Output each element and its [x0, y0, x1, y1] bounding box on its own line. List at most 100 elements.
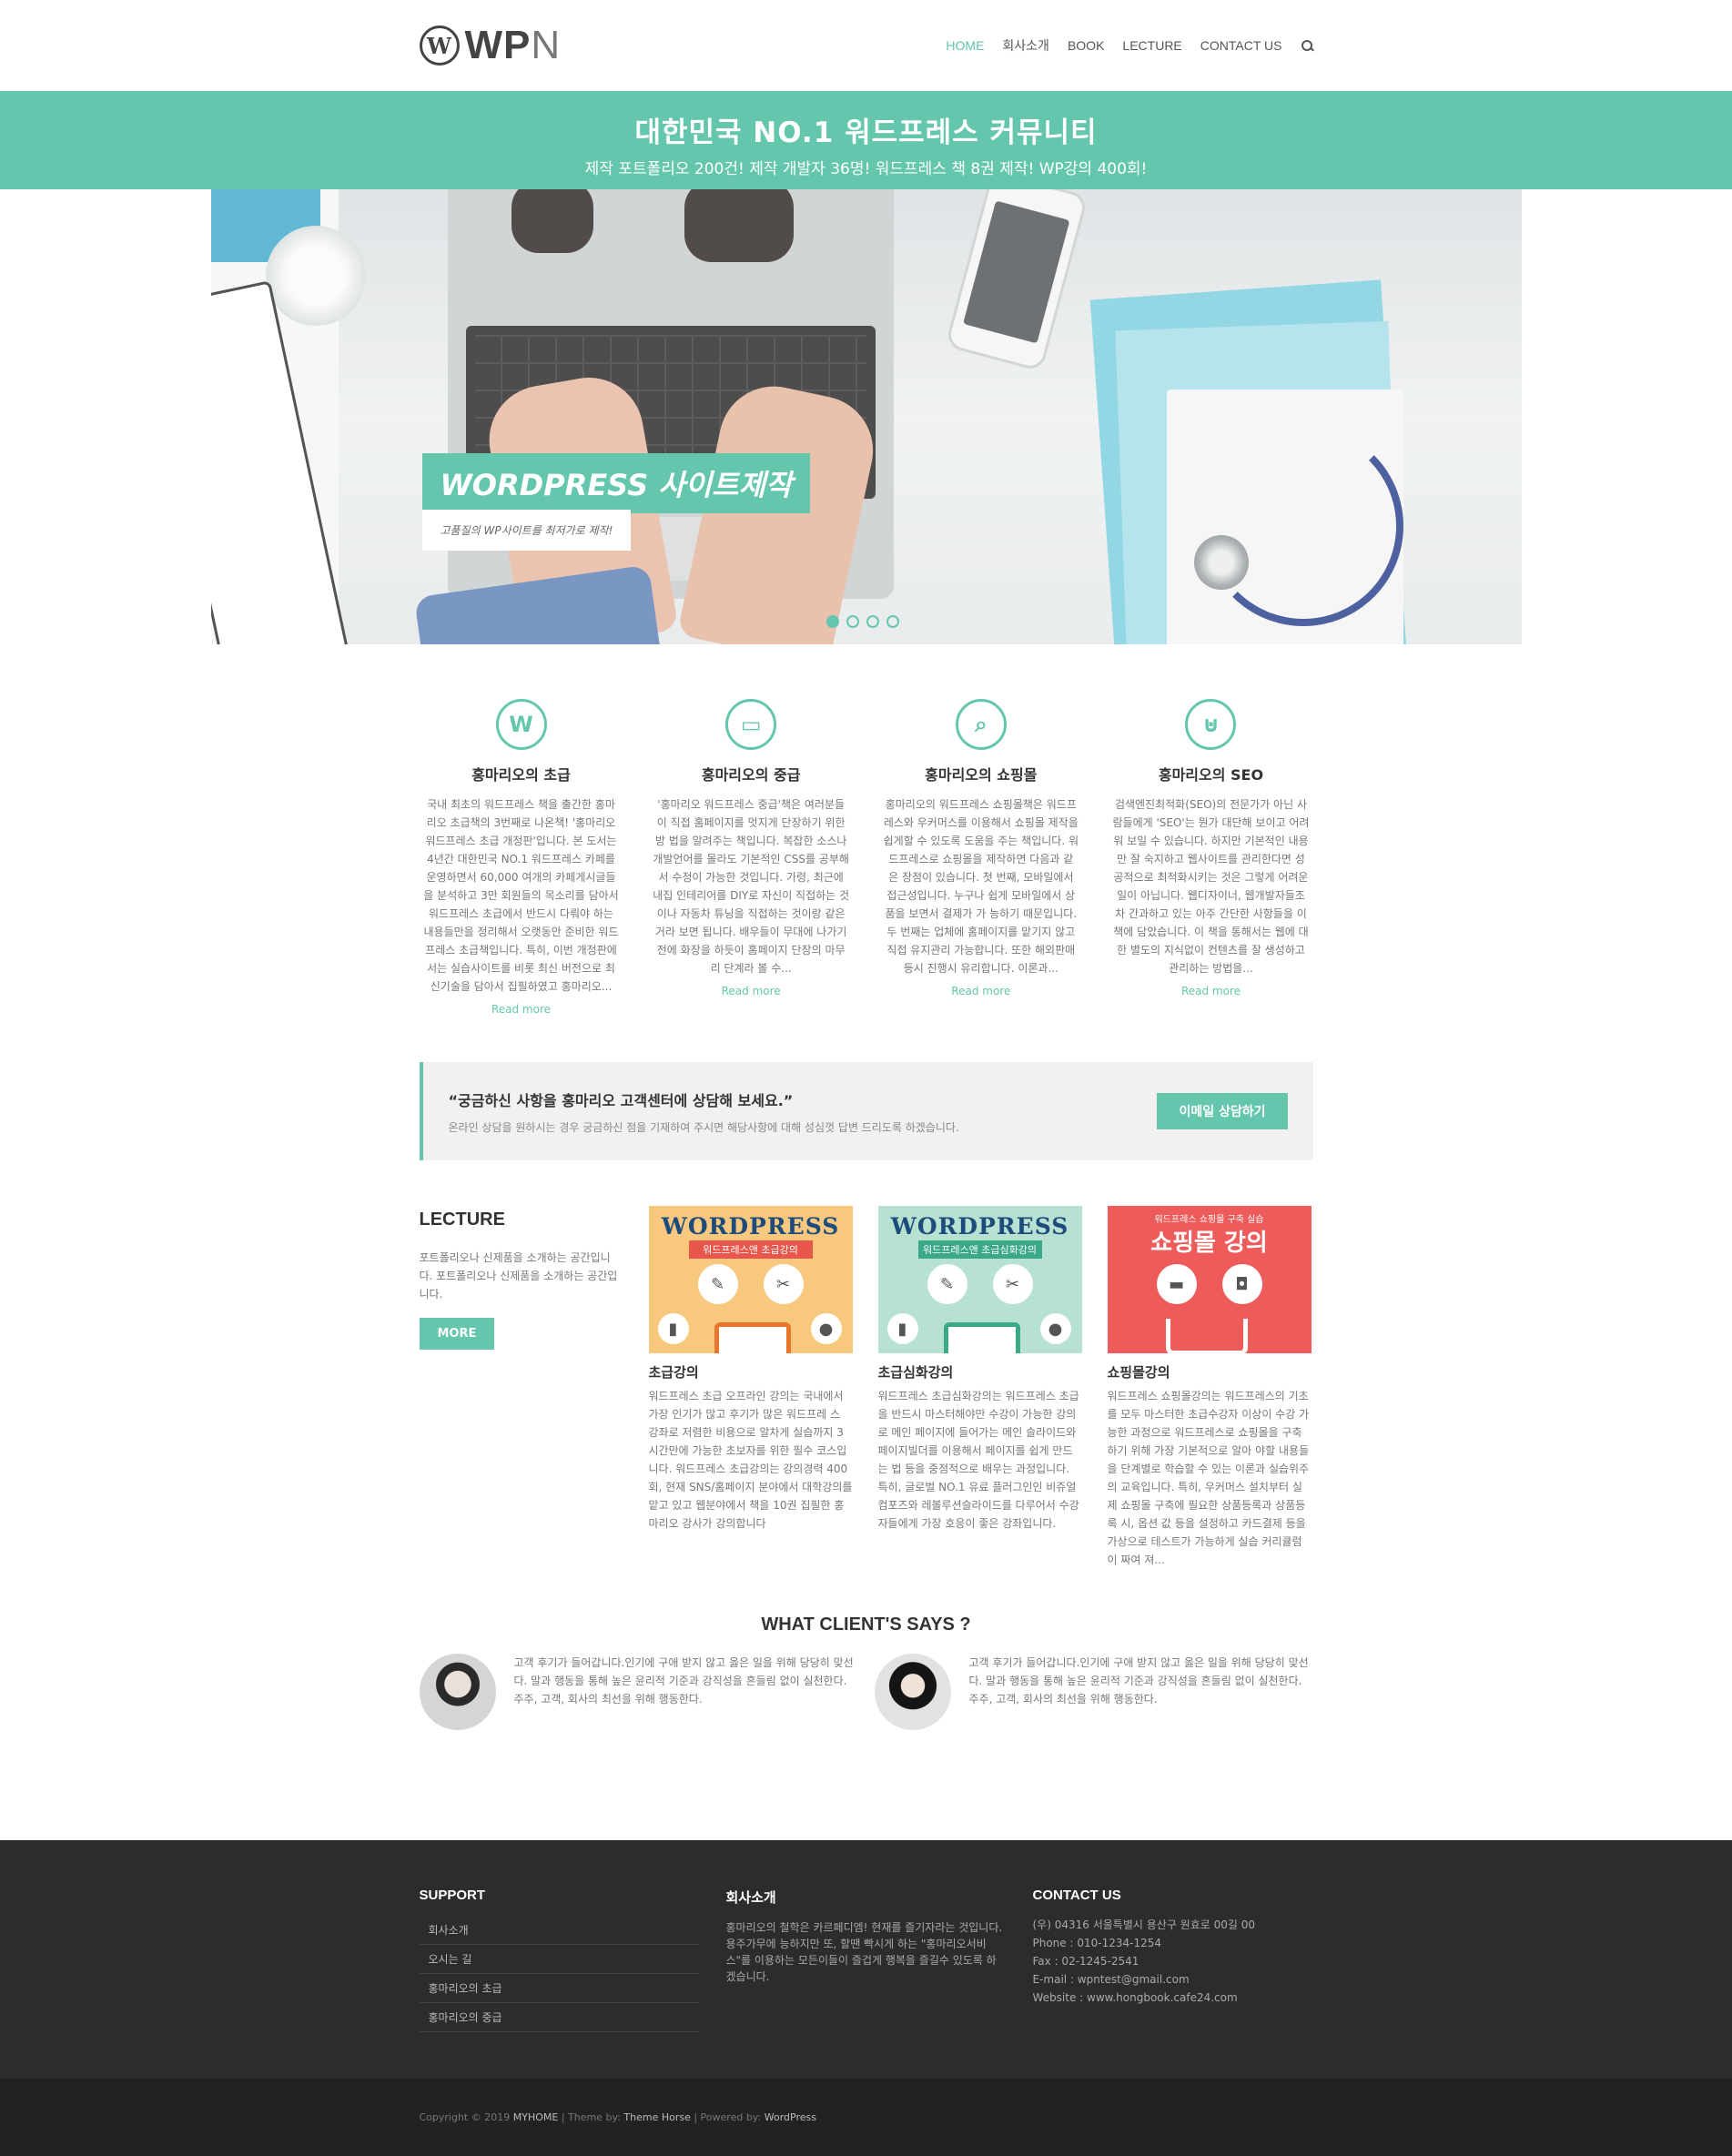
footer-about: 회사소개 홍마리오의 철학은 카르페디엠! 현재를 즐기자라는 것입니다. 용주…: [726, 1888, 1006, 2032]
nav-about[interactable]: 회사소개: [1002, 36, 1049, 55]
bulb-icon: ●: [810, 1313, 842, 1344]
banner-subtitle: 제작 포트폴리오 200건! 제작 개발자 36명! 워드프레스 책 8권 제작…: [584, 160, 1148, 178]
feature-beginner: W 홍마리오의 초급 국내 최초의 워드프레스 책을 출간한 홍마리오 초급책의…: [420, 699, 623, 1017]
lecture-card-title[interactable]: 초급심화강의: [878, 1362, 1082, 1382]
thumb-brand: WORDPRESS: [890, 1213, 1069, 1240]
lecture-thumbnail[interactable]: 워드프레스 쇼핑몰 구축 실습 쇼핑몰 강의 ▬ ◘: [1107, 1206, 1312, 1353]
feature-text: 국내 최초의 워드프레스 책을 출간한 홍마리오 초급책의 3번째로 나온책! …: [423, 798, 619, 993]
support-links: 회사소개 오시는 길 홍마리오의 초급 홍마리오의 중급: [419, 1916, 699, 2032]
contact-fax: Fax : 02-1245-2541: [1032, 1955, 1139, 1968]
banner-title: 대한민국 NO.1 워드프레스 커뮤니티: [634, 116, 1098, 149]
feature-text: 검색엔진최적화(SEO)의 전문가가 아닌 사람들에게 'SEO'는 뭔가 대단…: [1112, 798, 1310, 975]
lecture-card-text: 워드프레스 초급심화강의는 워드프레스 초급을 반드시 마스터해야만 수강이 가…: [877, 1390, 1079, 1530]
contact-phone: Phone : 010-1234-1254: [1032, 1937, 1162, 1949]
scissors-icon: ✂: [992, 1264, 1033, 1304]
feature-title: 홍마리오의 중급: [701, 766, 801, 784]
pencil-icon: ✎: [927, 1264, 967, 1304]
avatar: [874, 1654, 951, 1730]
lecture-card-advanced[interactable]: WORDPRESS 워드프레스앤 초급심화강의 ✎ ✂ ▮ ● 초급심화강의 워…: [877, 1206, 1082, 1569]
main-nav: HOME 회사소개 BOOK LECTURE CONTACT US: [946, 36, 1312, 55]
footer-heading: CONTACT US: [1032, 1888, 1121, 1903]
callout-title: “궁금하신 사항을 홍마리오 고객센터에 상담해 보세요.”: [448, 1091, 794, 1109]
wordpress-link[interactable]: WordPress: [765, 2111, 816, 2123]
lecture-card-beginner[interactable]: WORDPRESS 워드프레스앤 초급강의 ✎ ✂ ▮ ● 초급강의 워드프레스…: [648, 1206, 853, 1569]
slider-dot-3[interactable]: [866, 615, 879, 628]
testimonial-text: 고객 후기가 들어갑니다.인기에 구애 받지 않고 옳은 일을 위해 당당히 맞…: [968, 1656, 1309, 1706]
logo-text: WPN: [464, 23, 562, 67]
wordpress-icon: W: [495, 699, 547, 750]
bottom-bar: Copyright © 2019 MYHOME | Theme by: Them…: [0, 2079, 1732, 2156]
feature-text: 홍마리오의 워드프레스 쇼핑몰책은 워드프레스와 우커머스를 이용해서 쇼핑몰 …: [883, 798, 1079, 975]
thumb-title: 쇼핑몰 강의: [1150, 1230, 1268, 1257]
contact-address: (우) 04316 서울특별시 용산구 원효로 00길 00: [1032, 1918, 1255, 1931]
slider-dot-1[interactable]: [825, 615, 839, 628]
read-more-link[interactable]: Read more: [1181, 985, 1241, 997]
thumb-brand: WORDPRESS: [661, 1213, 840, 1240]
lecture-card-shopping[interactable]: 워드프레스 쇼핑몰 구축 실습 쇼핑몰 강의 ▬ ◘ 쇼핑몰강의 워드프레스 쇼…: [1107, 1206, 1312, 1569]
feature-intermediate: ▭ 홍마리오의 중급 '홍마리오 워드프레스 중급'책은 여러분들이 직접 홈페…: [649, 699, 853, 1017]
lecture-thumbnail[interactable]: WORDPRESS 워드프레스앤 초급강의 ✎ ✂ ▮ ●: [648, 1206, 853, 1353]
consult-callout: “궁금하신 사항을 홍마리오 고객센터에 상담해 보세요.” 온라인 상담을 원…: [419, 1062, 1313, 1160]
lecture-thumbnail[interactable]: WORDPRESS 워드프레스앤 초급심화강의 ✎ ✂ ▮ ●: [877, 1206, 1082, 1353]
avatar: [419, 1654, 496, 1730]
copyright-text: Copyright © 2019: [419, 2111, 511, 2123]
features-section: W 홍마리오의 초급 국내 최초의 워드프레스 책을 출간한 홍마리오 초급책의…: [420, 644, 1313, 1017]
hero-slider[interactable]: WORDPRESS 사이트제작 고품질의 WP사이트를 최저가로 제작!: [210, 189, 1522, 644]
read-more-link[interactable]: Read more: [491, 1003, 551, 1016]
slide-caption-title: WORDPRESS 사이트제작: [421, 453, 811, 513]
footer-link[interactable]: 오시는 길: [419, 1945, 699, 1974]
contact-email[interactable]: E-mail : wpntest@gmail.com: [1033, 1970, 1312, 1989]
feature-title: 홍마리오의 쇼핑몰: [925, 766, 1038, 784]
site-header: W WPN HOME 회사소개 BOOK LECTURE CONTACT US: [0, 0, 1732, 91]
copyright-line: Copyright © 2019 MYHOME | Theme by: Them…: [420, 2079, 1313, 2123]
basket-icon: ⊍: [1185, 699, 1237, 750]
site-link[interactable]: MYHOME: [513, 2111, 559, 2123]
feature-seo: ⊍ 홍마리오의 SEO 검색엔진최적화(SEO)의 전문가가 아닌 사람들에게 …: [1109, 699, 1312, 1017]
read-more-link[interactable]: Read more: [722, 985, 781, 997]
search-icon: ⌕: [955, 699, 1007, 750]
contact-website[interactable]: Website : www.hongbook.cafe24.com: [1033, 1989, 1312, 2007]
footer-link[interactable]: 홍마리오의 초급: [419, 1974, 699, 2003]
footer-contact: CONTACT US (우) 04316 서울특별시 용산구 원효로 00길 0…: [1033, 1888, 1312, 2032]
credit-card-icon: ▬: [1156, 1264, 1197, 1304]
book-icon: ▮: [886, 1313, 918, 1344]
nav-home[interactable]: HOME: [946, 38, 984, 53]
lecture-heading: LECTURE: [419, 1210, 505, 1230]
testimonial-text: 고객 후기가 들어갑니다.인기에 구애 받지 않고 옳은 일을 위해 당당히 맞…: [513, 1656, 854, 1706]
main-content: W 홍마리오의 초급 국내 최초의 워드프레스 책을 출간한 홍마리오 초급책의…: [419, 644, 1313, 1730]
theme-link[interactable]: Theme Horse: [623, 2111, 690, 2123]
thumb-ribbon: 워드프레스앤 초급강의: [688, 1240, 813, 1259]
slider-dot-2[interactable]: [846, 615, 859, 628]
read-more-link[interactable]: Read more: [951, 985, 1010, 997]
contact-lines: (우) 04316 서울특별시 용산구 원효로 00길 00 Phone : 0…: [1033, 1916, 1312, 2007]
top-banner: 대한민국 NO.1 워드프레스 커뮤니티 제작 포트폴리오 200건! 제작 개…: [0, 91, 1732, 189]
footer-link[interactable]: 회사소개: [419, 1916, 699, 1945]
footer-support: SUPPORT 회사소개 오시는 길 홍마리오의 초급 홍마리오의 중급: [419, 1888, 699, 2032]
thumb-ribbon: 워드프레스앤 초급심화강의: [917, 1240, 1042, 1259]
slide-caption-subtitle: 고품질의 WP사이트를 최저가로 제작!: [421, 510, 632, 551]
callout-text: 온라인 상담을 원하시는 경우 궁금하신 점을 기재하여 주시면 해당사항에 대…: [448, 1120, 959, 1134]
site-logo[interactable]: W WPN: [419, 23, 562, 68]
site-footer: SUPPORT 회사소개 오시는 길 홍마리오의 초급 홍마리오의 중급 회사소…: [0, 1840, 1732, 2079]
slider-pagination: [825, 615, 899, 628]
feature-title: 홍마리오의 초급: [471, 766, 571, 784]
lecture-intro-text: 포트폴리오나 신제품을 소개하는 공간입니다. 포트폴리오나 신제품을 소개하는…: [419, 1251, 618, 1301]
lecture-intro: LECTURE 포트폴리오나 신제품을 소개하는 공간입니다. 포트폴리오나 신…: [419, 1206, 623, 1569]
monitor-icon: ▭: [725, 699, 777, 750]
nav-book[interactable]: BOOK: [1068, 38, 1104, 53]
lecture-more-button[interactable]: MORE: [419, 1318, 495, 1350]
slider-dot-4[interactable]: [886, 615, 899, 628]
scissors-icon: ✂: [763, 1264, 804, 1304]
shopping-bag-icon: ◘: [1221, 1264, 1262, 1304]
powered-prefix: | Powered by:: [694, 2111, 762, 2123]
lecture-card-title[interactable]: 초급강의: [649, 1362, 853, 1382]
nav-lecture[interactable]: LECTURE: [1122, 38, 1181, 53]
email-consult-button[interactable]: 이메일 상담하기: [1157, 1093, 1288, 1129]
lecture-card-title[interactable]: 쇼핑몰강의: [1108, 1362, 1312, 1382]
nav-contact[interactable]: CONTACT US: [1200, 38, 1282, 53]
footer-heading: SUPPORT: [419, 1888, 486, 1903]
search-icon[interactable]: [1301, 39, 1313, 52]
feature-text: '홍마리오 워드프레스 중급'책은 여러분들이 직접 홈페이지를 멋지게 단장하…: [653, 798, 850, 975]
theme-prefix: | Theme by:: [561, 2111, 621, 2123]
footer-link[interactable]: 홍마리오의 중급: [419, 2003, 699, 2032]
